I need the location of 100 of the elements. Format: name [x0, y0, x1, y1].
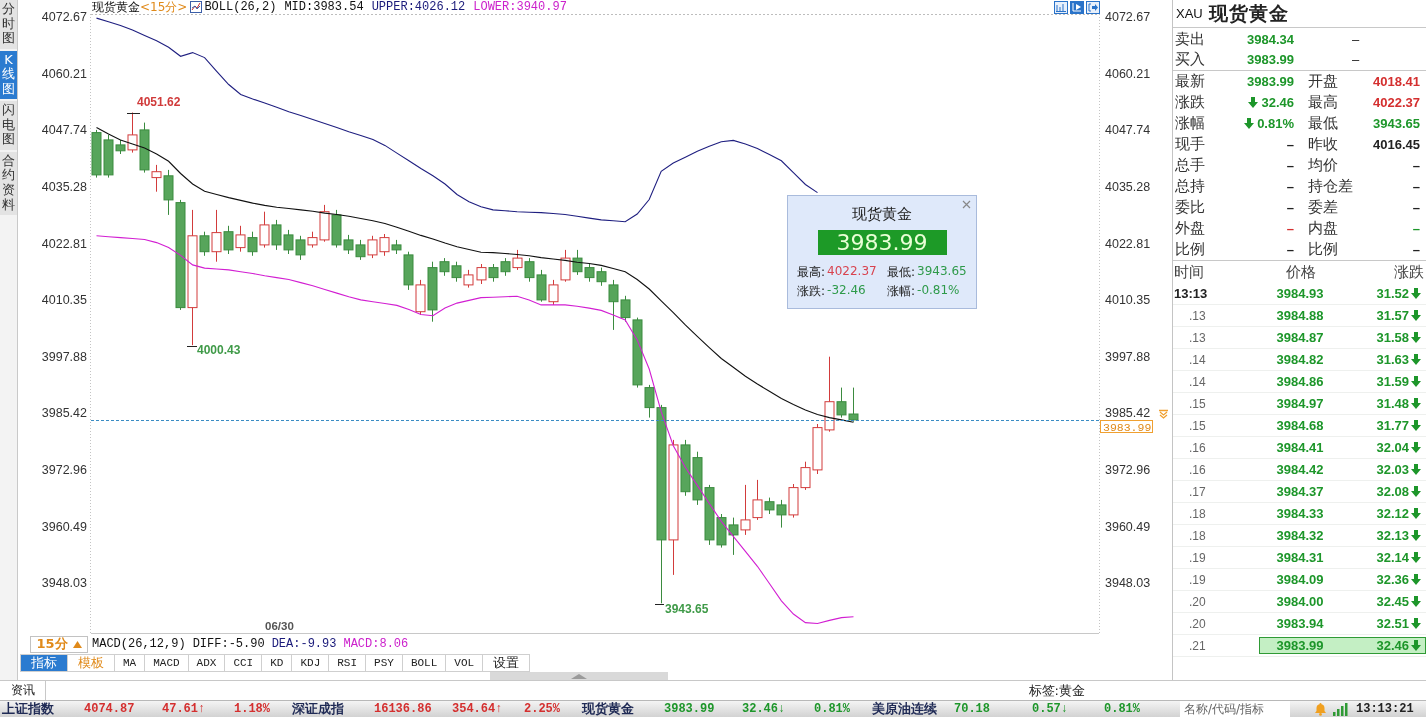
quote-value: 3983.99 [1247, 51, 1294, 67]
tick-row[interactable]: .13 3984.87 31.58 [1173, 327, 1426, 349]
quote-value: – [1286, 242, 1294, 257]
tick-change: 31.58 [1376, 330, 1409, 345]
tick-row[interactable]: .16 3984.42 32.03 [1173, 459, 1426, 481]
popup-price: 3983.99 [817, 230, 947, 255]
candlestick [451, 261, 462, 283]
candlestick [524, 257, 535, 283]
tick-change: 31.77 [1376, 418, 1409, 433]
candlestick [476, 263, 487, 285]
tick-row[interactable]: .14 3984.86 31.59 [1173, 371, 1426, 393]
close-icon[interactable] [962, 200, 971, 209]
axis-label: 4010.35 [41, 293, 87, 308]
tick-row[interactable]: .18 3984.33 32.12 [1173, 503, 1426, 525]
tick-time: .17 [1188, 484, 1207, 499]
search-field[interactable]: 名称/代码/指标 [1180, 701, 1290, 717]
tick-price: 3984.86 [1275, 374, 1325, 389]
quote-label: 比例 [1307, 240, 1339, 259]
indicator-tab[interactable]: KDJ [291, 654, 330, 672]
indicator-tab[interactable]: CCI [224, 654, 263, 672]
quote-value: – [1412, 242, 1420, 257]
macd-readout: DIFF:-5.90 [192, 637, 265, 651]
candlestick [488, 263, 499, 283]
indicator-tab[interactable]: ADX [187, 654, 226, 672]
quote-label: 最高 [1307, 93, 1339, 112]
clock-time: 13:13:21 [1356, 702, 1414, 716]
exit-icon[interactable] [1086, 0, 1100, 14]
quote-label: 委差 [1307, 198, 1339, 217]
axis-label: 3960.49 [1105, 519, 1151, 534]
quote-label: 比例 [1175, 240, 1206, 259]
quote-value: 0.81% [1257, 116, 1294, 131]
tick-time: .15 [1188, 396, 1207, 411]
axis-label: 4060.21 [41, 66, 87, 81]
candlestick [740, 484, 751, 536]
popup-title: 现货黄金 [852, 205, 912, 223]
candlestick [584, 263, 595, 283]
column-header: 时间 [1174, 262, 1205, 282]
ticker-value: 4074.87 [84, 702, 136, 716]
quote-value: 4016.45 [1373, 137, 1420, 152]
tick-change: 32.08 [1376, 484, 1409, 499]
tick-time: .20 [1188, 594, 1207, 609]
candlestick [367, 235, 378, 259]
tick-time: .16 [1188, 462, 1207, 477]
macd-readout: DEA:-9.93 [271, 637, 337, 651]
indicator-tab[interactable]: KD [261, 654, 293, 672]
indicator-tab[interactable]: 指标 [20, 654, 68, 672]
period-label: <15分> [140, 0, 188, 16]
indicator-readout: UPPER:4026.12 [371, 0, 466, 14]
tick-row[interactable]: .18 3984.32 32.13 [1173, 525, 1426, 547]
signal-icon [1333, 702, 1348, 716]
tick-row[interactable]: .19 3984.09 32.36 [1173, 569, 1426, 591]
tick-row[interactable]: .19 3984.31 32.14 [1173, 547, 1426, 569]
indicator-tab[interactable]: 设置 [482, 654, 531, 672]
side-tab[interactable]: 合约资料 [0, 151, 17, 216]
macd-title: MACD(26,12,9) [92, 637, 186, 651]
indicator-tab[interactable]: RSI [328, 654, 367, 672]
tick-row[interactable]: 13:13 3984.93 31.52 [1173, 283, 1426, 305]
line-chart-icon[interactable] [190, 1, 203, 13]
quote-label: 均价 [1307, 156, 1339, 175]
tick-price: 3984.97 [1275, 396, 1325, 411]
axis-label: 4022.81 [41, 236, 87, 251]
tick-row[interactable]: .16 3984.41 32.04 [1173, 437, 1426, 459]
tick-row[interactable]: .15 3984.97 31.48 [1173, 393, 1426, 415]
tick-row[interactable]: .20 3983.94 32.51 [1173, 613, 1426, 635]
side-tab[interactable]: 闪电图 [0, 101, 17, 150]
indicator-tab[interactable]: BOLL [401, 654, 447, 672]
side-tab[interactable]: 分时图 [0, 0, 17, 49]
quote-value: 3943.65 [1373, 116, 1420, 131]
quote-value: – [1286, 137, 1294, 152]
popup-value: -32.46 [827, 283, 866, 299]
tick-price: 3984.32 [1275, 528, 1325, 543]
indicator-tab[interactable]: MACD [144, 654, 189, 672]
ticker-name: 现货黄金 [580, 700, 635, 717]
tick-row[interactable]: .14 3984.82 31.63 [1173, 349, 1426, 371]
bar-chart-icon[interactable] [1054, 0, 1068, 14]
axis-label: 4072.67 [1105, 9, 1151, 24]
quote-label: 昨收 [1307, 135, 1339, 154]
indicator-tab[interactable]: VOL [445, 654, 484, 672]
ticker-name: 美原油连续 [871, 700, 938, 717]
candlestick [91, 129, 102, 179]
tick-row[interactable]: .17 3984.37 32.08 [1173, 481, 1426, 503]
macd-readout: MACD:8.06 [343, 637, 409, 651]
side-tab[interactable]: K线图 [0, 50, 17, 100]
quote-value: – [1412, 158, 1420, 173]
indicator-tab[interactable]: PSY [365, 654, 403, 672]
tick-price: 3984.68 [1275, 418, 1325, 433]
indicator-tab[interactable]: MA [114, 654, 146, 672]
candlestick [692, 451, 703, 506]
leader-line [186, 346, 198, 347]
quote-label: 现手 [1175, 135, 1206, 154]
tick-row[interactable]: .15 3984.68 31.77 [1173, 415, 1426, 437]
axis-label: 3997.88 [1105, 349, 1151, 364]
collapse-handle[interactable] [490, 672, 668, 680]
tick-row[interactable]: .13 3984.88 31.57 [1173, 305, 1426, 327]
play-icon[interactable] [1070, 0, 1084, 14]
tag-label: 标签:黄金 [1028, 681, 1085, 700]
tick-row[interactable]: .20 3984.00 32.45 [1173, 591, 1426, 613]
column-header: 价格 [1285, 262, 1317, 282]
axis-label: 3985.42 [1105, 406, 1151, 421]
ticker-percent: 0.81% [814, 702, 851, 716]
